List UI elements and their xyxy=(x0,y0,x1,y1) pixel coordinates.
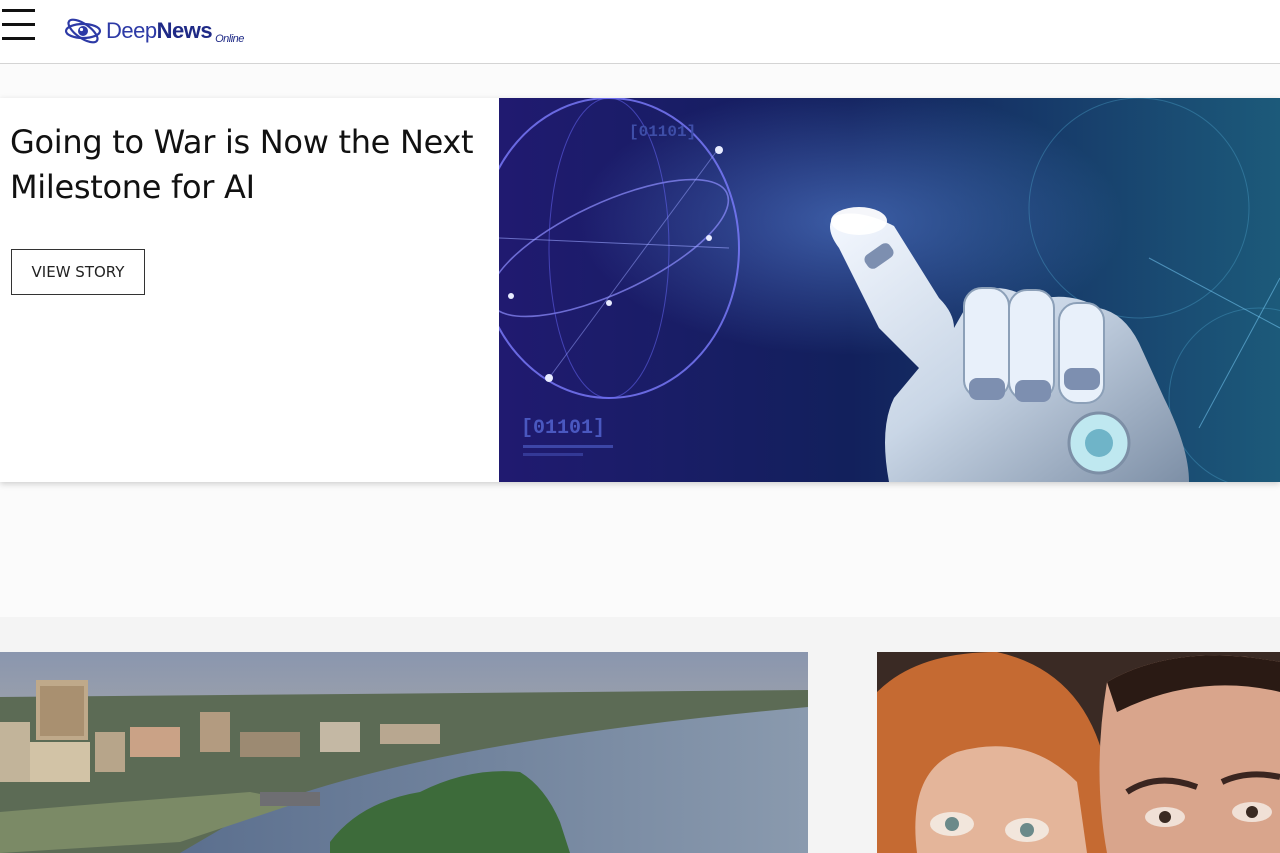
featured-story: Going to War is Now the Next Milestone f… xyxy=(0,98,1280,482)
story-grid xyxy=(0,617,1280,853)
robot-hand-illustration: [01101] [01101] xyxy=(499,98,1280,482)
logo-online-text: Online xyxy=(215,33,244,45)
story-card-image-portrait[interactable] xyxy=(877,652,1280,853)
binary-label-bottom: [01101] xyxy=(521,417,605,440)
story-card-image-city[interactable] xyxy=(0,652,808,853)
hamburger-menu-icon[interactable] xyxy=(2,8,36,42)
binary-label-top: [01101] xyxy=(629,123,696,141)
logo-deep-text: Deep xyxy=(106,18,157,43)
logo-news-text: News xyxy=(156,18,213,43)
site-logo[interactable]: DeepNews Online xyxy=(64,16,244,46)
top-navigation-bar: DeepNews Online xyxy=(0,0,1280,64)
eye-logo-icon xyxy=(64,18,102,44)
featured-story-title[interactable]: Going to War is Now the Next Milestone f… xyxy=(10,120,490,210)
view-story-button[interactable]: VIEW STORY xyxy=(11,249,145,295)
couple-portrait-photo xyxy=(877,652,1280,853)
featured-story-image[interactable]: [01101] [01101] xyxy=(499,98,1280,482)
featured-story-text: Going to War is Now the Next Milestone f… xyxy=(10,120,490,210)
riverfront-city-photo xyxy=(0,652,808,853)
logo-wordmark: DeepNews Online xyxy=(106,18,244,45)
